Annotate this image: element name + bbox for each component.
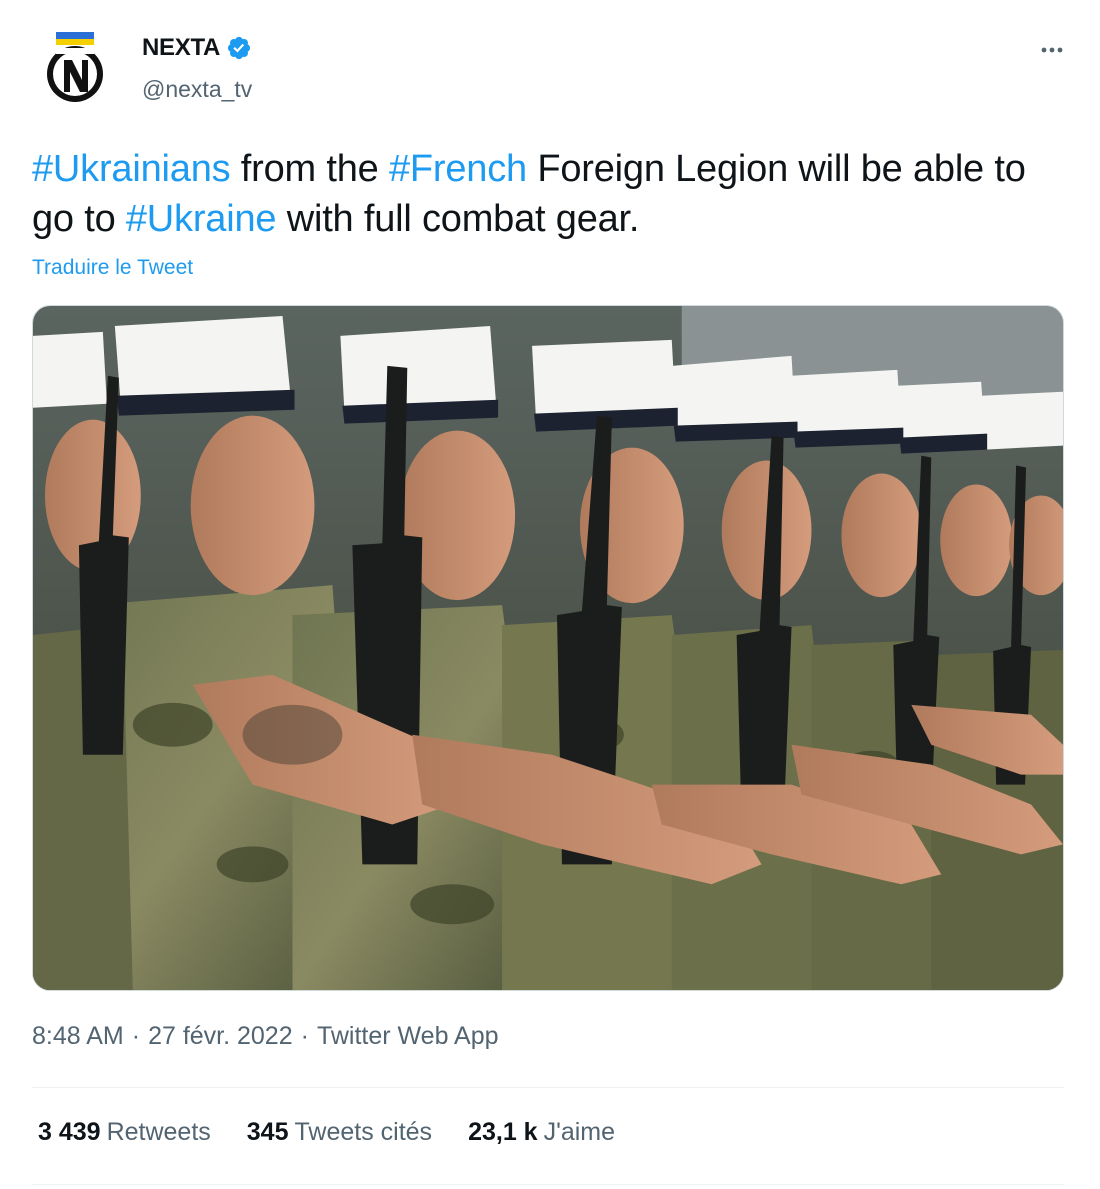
tweet-source[interactable]: Twitter Web App (317, 1022, 499, 1051)
tweet-stats: 3 439 Retweets 345 Tweets cités 23,1 k J… (38, 1118, 615, 1147)
likes-count: 23,1 k (468, 1118, 538, 1146)
legionnaires-photo (33, 306, 1063, 990)
translate-tweet-link[interactable]: Traduire le Tweet (32, 256, 193, 280)
tweet-time[interactable]: 8:48 AM (32, 1022, 124, 1051)
tweet-text: #Ukrainians from the #French Foreign Leg… (32, 144, 1072, 244)
author-name-row[interactable]: NEXTA (142, 34, 252, 62)
hashtag-ukrainians[interactable]: #Ukrainians (32, 148, 231, 190)
more-options-icon (1041, 47, 1063, 53)
tweet-header: NEXTA @nexta_tv (32, 28, 1072, 108)
tweet-photo[interactable] (32, 305, 1064, 991)
verified-badge-icon (226, 35, 252, 61)
retweets-label: Retweets (106, 1118, 211, 1146)
tweet-date[interactable]: 27 févr. 2022 (148, 1022, 293, 1051)
tweet-detail: NEXTA @nexta_tv #Ukrainians from the #Fr… (0, 0, 1100, 1189)
more-options-button[interactable] (1032, 30, 1072, 70)
author-display-name[interactable]: NEXTA (142, 34, 220, 62)
retweets-stat[interactable]: 3 439 Retweets (38, 1118, 211, 1147)
likes-label: J'aime (543, 1118, 616, 1146)
tweet-text-segment: with full combat gear. (276, 198, 640, 240)
quote-tweets-count: 345 (246, 1118, 289, 1146)
retweets-count: 3 439 (38, 1118, 101, 1146)
tweet-meta: 8:48 AM · 27 févr. 2022 · Twitter Web Ap… (32, 1022, 499, 1051)
tweet-text-segment: from the (230, 148, 389, 190)
author-handle[interactable]: @nexta_tv (142, 76, 252, 103)
divider (32, 1184, 1064, 1185)
divider (32, 1087, 1064, 1088)
nexta-logo-icon[interactable] (42, 32, 108, 102)
hashtag-ukraine[interactable]: #Ukraine (126, 198, 277, 240)
quote-tweets-label: Tweets cités (294, 1118, 433, 1146)
meta-separator: · (300, 1022, 309, 1050)
likes-stat[interactable]: 23,1 k J'aime (468, 1118, 615, 1147)
meta-separator: · (131, 1022, 141, 1050)
hashtag-french[interactable]: #French (389, 148, 527, 190)
quote-tweets-stat[interactable]: 345 Tweets cités (247, 1118, 432, 1147)
